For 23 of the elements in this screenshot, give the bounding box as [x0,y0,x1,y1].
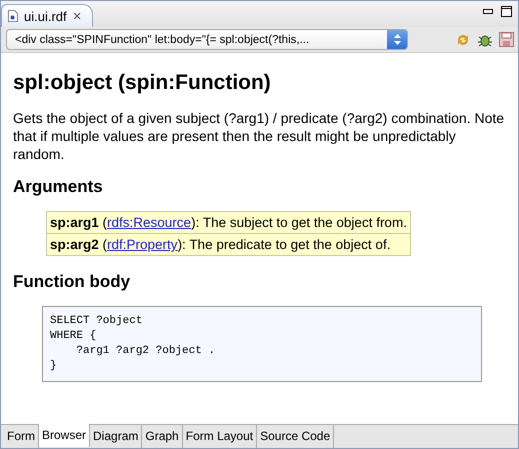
argument-cell: sp:arg2 (rdf:Property): The predicate to get the object of. [46,234,410,256]
element-dropdown[interactable]: <div class="SPINFunction" let:body="{= spl:object(?this,... [6,29,408,50]
type-link[interactable]: rdfs:Resource [107,215,192,230]
page-title: spl:object (spin:Function) [13,71,272,95]
editor-tab[interactable]: ui.ui.rdf ✕ [1,4,93,27]
stepper-icon [394,34,400,45]
argument-cell: sp:arg1 (rdfs:Resource): The subject to get the object from. [46,212,410,234]
page-tab[interactable]: Form Layout [182,425,258,448]
maximize-icon[interactable] [501,6,512,17]
page-tab[interactable]: Diagram [90,425,142,448]
close-button[interactable]: ✕ [72,10,82,22]
minimize-icon[interactable] [483,8,493,14]
description-text: Gets the object of a given subject (?arg1) / predicate (?arg2) combination. Note that if multiple values are present then the result might be unpredictably random. [13,109,506,163]
save-icon[interactable] [499,32,514,47]
code-block: SELECT ?object WHERE { ?arg1 ?arg2 ?object . } [42,306,482,382]
file-icon [8,10,18,22]
tab-title: ui.ui.rdf [24,8,67,24]
section-heading: Function body [13,272,132,292]
section-heading: Arguments [13,177,104,197]
page-tab[interactable]: Browser [39,424,90,447]
page-tab[interactable]: Graph [142,425,183,448]
page-tab[interactable]: Source Code [257,425,334,448]
type-link[interactable]: rdf:Property [107,237,178,252]
